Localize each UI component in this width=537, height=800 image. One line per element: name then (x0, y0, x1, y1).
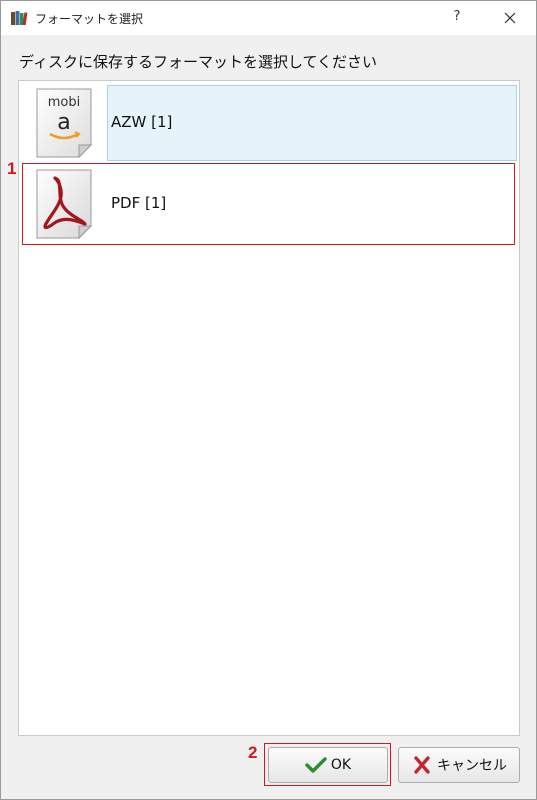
annotation-marker-1: 1 (7, 159, 17, 178)
checkmark-icon (305, 757, 327, 773)
format-label-azw: AZW [1] (111, 113, 173, 131)
calibre-books-icon (11, 11, 28, 26)
close-button[interactable] (499, 7, 521, 29)
annotation-marker-2: 2 (248, 743, 258, 762)
mobi-text: mobi (48, 95, 80, 110)
window-title: フォーマットを選択 (35, 12, 144, 26)
pdf-acrobat-icon (36, 169, 93, 240)
format-list[interactable]: mobi a AZW [1] PDF [1] (18, 80, 520, 736)
amazon-a-text: a (57, 110, 70, 135)
list-item-pdf[interactable]: PDF [1] (23, 164, 517, 244)
mobi-amazon-icon: mobi a (36, 88, 93, 159)
list-item-azw[interactable]: mobi a AZW [1] (23, 83, 517, 163)
ok-label: OK (330, 757, 352, 773)
cancel-label: キャンセル (437, 758, 507, 774)
ok-button[interactable]: OK (268, 747, 388, 783)
cancel-button[interactable]: キャンセル (398, 747, 520, 783)
close-icon (504, 12, 516, 24)
instruction-text: ディスクに保存するフォーマットを選択してください (19, 53, 378, 71)
help-button[interactable]: ? (449, 9, 465, 27)
title-bar: フォーマットを選択 ? (1, 1, 536, 35)
cancel-x-icon (414, 756, 430, 774)
format-label-pdf: PDF [1] (111, 194, 167, 212)
dialog-window: フォーマットを選択 ? ディスクに保存するフォーマットを選択してください mob… (0, 0, 537, 800)
